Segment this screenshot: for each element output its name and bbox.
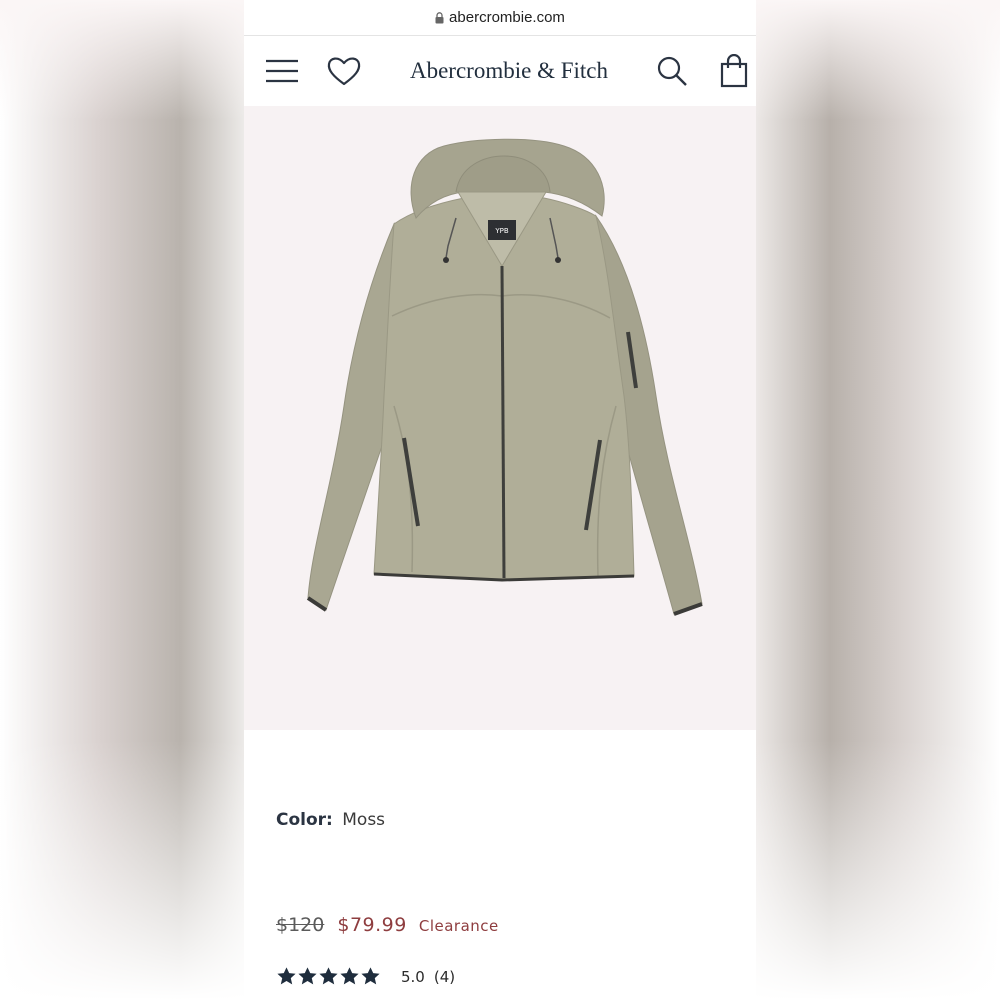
sale-price: $79.99: [337, 914, 407, 936]
star-icon: [298, 967, 317, 985]
center-zipper: [500, 265, 506, 579]
color-selection: Color: Moss: [276, 810, 385, 830]
phone-screen: abercrombie.com Abercrombie & Fitch YPB …: [244, 0, 756, 1000]
product-image[interactable]: YPB: [244, 106, 756, 730]
menu-button[interactable]: [262, 36, 302, 106]
review-count[interactable]: (4): [434, 968, 455, 986]
menu-icon: [266, 59, 298, 83]
price-row: $120 $79.99 Clearance: [276, 914, 499, 936]
heart-icon: [327, 57, 361, 86]
original-price: $120: [276, 914, 325, 936]
star-icon: [361, 967, 380, 985]
site-header: Abercrombie & Fitch: [244, 36, 756, 106]
search-button[interactable]: [652, 36, 692, 106]
color-label: Color:: [276, 810, 333, 830]
brand-logo[interactable]: Abercrombie & Fitch: [394, 36, 624, 106]
jacket-illustration: YPB: [306, 138, 703, 616]
color-value: Moss: [342, 810, 386, 830]
wishlist-button[interactable]: [324, 36, 364, 106]
product-info: Color: Moss $120 $79.99 Clearance 5.0 (4…: [244, 730, 756, 1000]
lock-icon: [435, 11, 444, 23]
star-icon: [319, 967, 338, 985]
cart-button[interactable]: [716, 36, 752, 106]
browser-url-bar[interactable]: abercrombie.com: [244, 0, 756, 36]
shopping-bag-icon: [720, 54, 748, 88]
url-text: abercrombie.com: [449, 9, 565, 26]
rating-row[interactable]: 5.0 (4): [276, 966, 455, 987]
star-rating: [276, 966, 381, 987]
clearance-badge: Clearance: [418, 917, 499, 935]
star-icon: [340, 967, 359, 985]
star-icon: [277, 967, 296, 985]
brand-tag-text: YPB: [494, 227, 508, 235]
rating-value: 5.0: [401, 967, 425, 986]
search-icon: [657, 56, 687, 86]
